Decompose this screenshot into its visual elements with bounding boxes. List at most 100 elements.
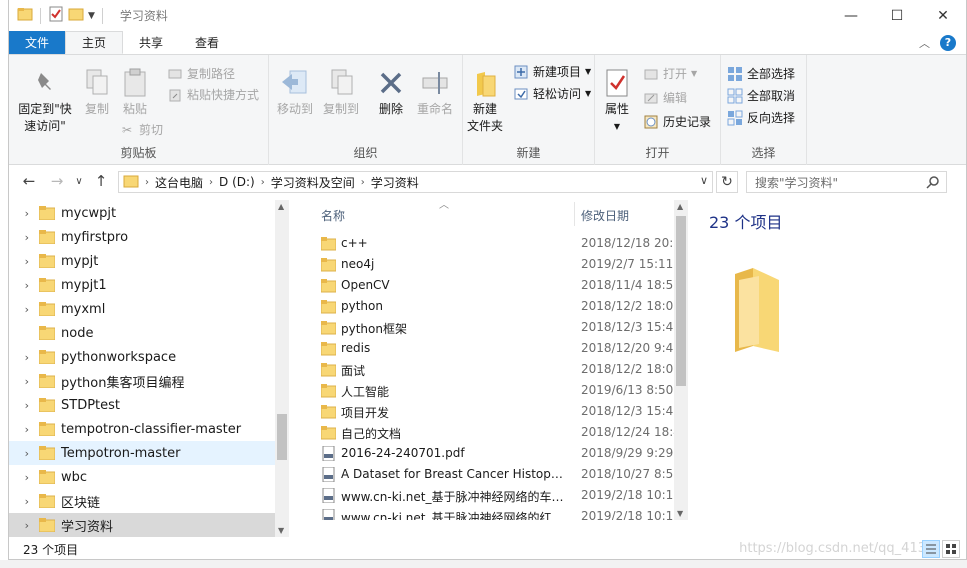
- expand-chevron-icon[interactable]: ›: [9, 375, 39, 388]
- title-bar: ▼ 学习资料 — ☐ ✕: [9, 0, 966, 31]
- select-all-button[interactable]: 全部选择: [727, 65, 795, 82]
- breadcrumb-drive-d[interactable]: D (D:): [213, 175, 261, 189]
- maximize-button[interactable]: ☐: [874, 0, 920, 31]
- rename-button[interactable]: 重命名: [413, 67, 457, 118]
- sort-ascending-icon: ︿: [439, 200, 449, 211]
- expand-chevron-icon[interactable]: ›: [9, 255, 39, 268]
- nav-item[interactable]: › mycwpjt: [9, 201, 275, 225]
- file-date: 2018/12/24 18:4: [581, 425, 675, 439]
- minimize-button[interactable]: —: [828, 0, 874, 31]
- nav-item[interactable]: › python集客项目编程: [9, 369, 275, 393]
- new-folder-icon[interactable]: [68, 6, 84, 25]
- expand-chevron-icon[interactable]: ›: [9, 519, 39, 532]
- file-row[interactable]: python框架 2018/12/3 15:43: [299, 317, 675, 338]
- file-row[interactable]: www.cn-ki.net_基于脉冲神经网络的红外... 2019/2/18 10…: [299, 506, 675, 520]
- file-row[interactable]: python 2018/12/2 18:01: [299, 296, 675, 317]
- nav-item[interactable]: › STDPtest: [9, 393, 275, 417]
- file-row[interactable]: 面试 2018/12/2 18:02: [299, 359, 675, 380]
- details-view-icon[interactable]: [922, 540, 940, 558]
- expand-chevron-icon[interactable]: ›: [9, 231, 39, 244]
- move-to-button[interactable]: 移动到: [275, 67, 315, 118]
- expand-chevron-icon[interactable]: ›: [9, 447, 39, 460]
- nav-item[interactable]: › Tempotron-master: [9, 441, 275, 465]
- cut-button[interactable]: ✂ 剪切: [119, 121, 163, 138]
- column-date-header[interactable]: 修改日期: [581, 207, 629, 224]
- file-row[interactable]: redis 2018/12/20 9:49: [299, 338, 675, 359]
- nav-item[interactable]: › mypjt1: [9, 273, 275, 297]
- file-row[interactable]: c++ 2018/12/18 20:5: [299, 233, 675, 254]
- tab-file[interactable]: 文件: [9, 31, 66, 54]
- file-name: 项目开发: [341, 406, 390, 420]
- nav-item-label: Tempotron-master: [61, 445, 181, 461]
- properties-check-icon[interactable]: [48, 6, 64, 25]
- expand-chevron-icon[interactable]: ›: [9, 471, 39, 484]
- history-button[interactable]: 历史记录: [643, 113, 711, 130]
- breadcrumb-this-pc[interactable]: 这台电脑: [149, 174, 209, 191]
- back-arrow-icon[interactable]: ←: [17, 172, 41, 190]
- nav-item[interactable]: › 区块链: [9, 489, 275, 513]
- file-name: 自己的文档: [341, 427, 402, 441]
- nav-item[interactable]: › pythonworkspace: [9, 345, 275, 369]
- invert-selection-button[interactable]: 反向选择: [727, 109, 795, 126]
- file-row[interactable]: 项目开发 2018/12/3 15:43: [299, 401, 675, 422]
- collapse-ribbon-icon[interactable]: ︿: [919, 35, 930, 51]
- nav-item[interactable]: › 学习资料: [9, 513, 275, 537]
- customize-dropdown-icon[interactable]: ▼: [88, 11, 95, 21]
- expand-chevron-icon[interactable]: ›: [9, 279, 39, 292]
- copy-to-button[interactable]: 复制到: [319, 67, 363, 118]
- open-button[interactable]: 打开 ▼: [643, 65, 697, 82]
- file-row[interactable]: OpenCV 2018/11/4 18:52: [299, 275, 675, 296]
- tab-share[interactable]: 共享: [123, 31, 179, 54]
- file-scroll-thumb[interactable]: [676, 216, 686, 386]
- new-folder-button[interactable]: 新建 文件夹: [465, 67, 505, 135]
- copy-path-button[interactable]: 复制路径: [167, 65, 235, 82]
- nav-item[interactable]: › wbc: [9, 465, 275, 489]
- nav-item[interactable]: › mypjt: [9, 249, 275, 273]
- edit-button[interactable]: 编辑: [643, 89, 687, 106]
- nav-scrollbar[interactable]: ▲ ▼: [275, 200, 289, 537]
- recent-dropdown-icon[interactable]: ∨: [73, 176, 85, 187]
- easy-access-button[interactable]: 轻松访问 ▼: [513, 85, 591, 102]
- refresh-icon[interactable]: ↻: [716, 171, 738, 193]
- delete-button[interactable]: 删除: [373, 67, 409, 118]
- large-icons-view-icon[interactable]: [942, 540, 960, 558]
- up-arrow-icon[interactable]: ↑: [89, 172, 113, 190]
- copy-button[interactable]: 复制: [77, 67, 117, 118]
- file-row[interactable]: 2016-24-240701.pdf 2018/9/29 9:29: [299, 443, 674, 464]
- explorer-window: ▼ 学习资料 — ☐ ✕ 文件 主页 共享 查看 ︿ ? 固定到"快 速访问" …: [8, 0, 967, 560]
- pin-quick-access-button[interactable]: 固定到"快 速访问": [15, 67, 75, 135]
- tab-view[interactable]: 查看: [179, 31, 235, 54]
- nav-item[interactable]: › tempotron-classifier-master: [9, 417, 275, 441]
- expand-chevron-icon[interactable]: ›: [9, 351, 39, 364]
- breadcrumb-study-materials[interactable]: 学习资料: [365, 174, 425, 191]
- file-row[interactable]: 自己的文档 2018/12/24 18:4: [299, 422, 675, 443]
- expand-chevron-icon[interactable]: ›: [9, 423, 39, 436]
- expand-chevron-icon[interactable]: ›: [9, 495, 39, 508]
- forward-arrow-icon[interactable]: →: [45, 172, 69, 190]
- nav-item[interactable]: node: [9, 321, 275, 345]
- paste-shortcut-button[interactable]: 粘贴快捷方式: [167, 86, 259, 103]
- properties-button[interactable]: 属性 ▼: [599, 67, 635, 135]
- new-item-button[interactable]: 新建项目 ▼: [513, 63, 591, 80]
- file-row[interactable]: www.cn-ki.net_基于脉冲神经网络的车牌... 2019/2/18 10…: [299, 485, 675, 506]
- file-row[interactable]: 人工智能 2019/6/13 8:50: [299, 380, 674, 401]
- address-dropdown-icon[interactable]: ∨: [700, 174, 708, 187]
- expand-chevron-icon[interactable]: ›: [9, 399, 39, 412]
- close-button[interactable]: ✕: [920, 0, 966, 31]
- paste-button[interactable]: 粘贴: [115, 67, 155, 118]
- help-icon[interactable]: ?: [940, 34, 956, 51]
- tab-home[interactable]: 主页: [65, 31, 124, 54]
- expand-chevron-icon[interactable]: ›: [9, 207, 39, 220]
- address-bar[interactable]: › 这台电脑 › D (D:) › 学习资料及空间 › 学习资料 ∨: [118, 171, 713, 193]
- nav-scroll-thumb[interactable]: [277, 414, 287, 460]
- select-none-button[interactable]: 全部取消: [727, 87, 795, 104]
- column-name-header[interactable]: 名称: [321, 207, 345, 224]
- file-row[interactable]: A Dataset for Breast Cancer Histopat... 2…: [299, 464, 675, 485]
- file-list-scrollbar[interactable]: ▲ ▼: [674, 200, 688, 520]
- search-input[interactable]: 搜索"学习资料": [746, 171, 947, 193]
- expand-chevron-icon[interactable]: ›: [9, 303, 39, 316]
- breadcrumb-study-space[interactable]: 学习资料及空间: [265, 174, 361, 191]
- file-row[interactable]: neo4j 2019/2/7 15:11: [299, 254, 674, 275]
- nav-item[interactable]: › myfirstpro: [9, 225, 275, 249]
- nav-item[interactable]: › myxml: [9, 297, 275, 321]
